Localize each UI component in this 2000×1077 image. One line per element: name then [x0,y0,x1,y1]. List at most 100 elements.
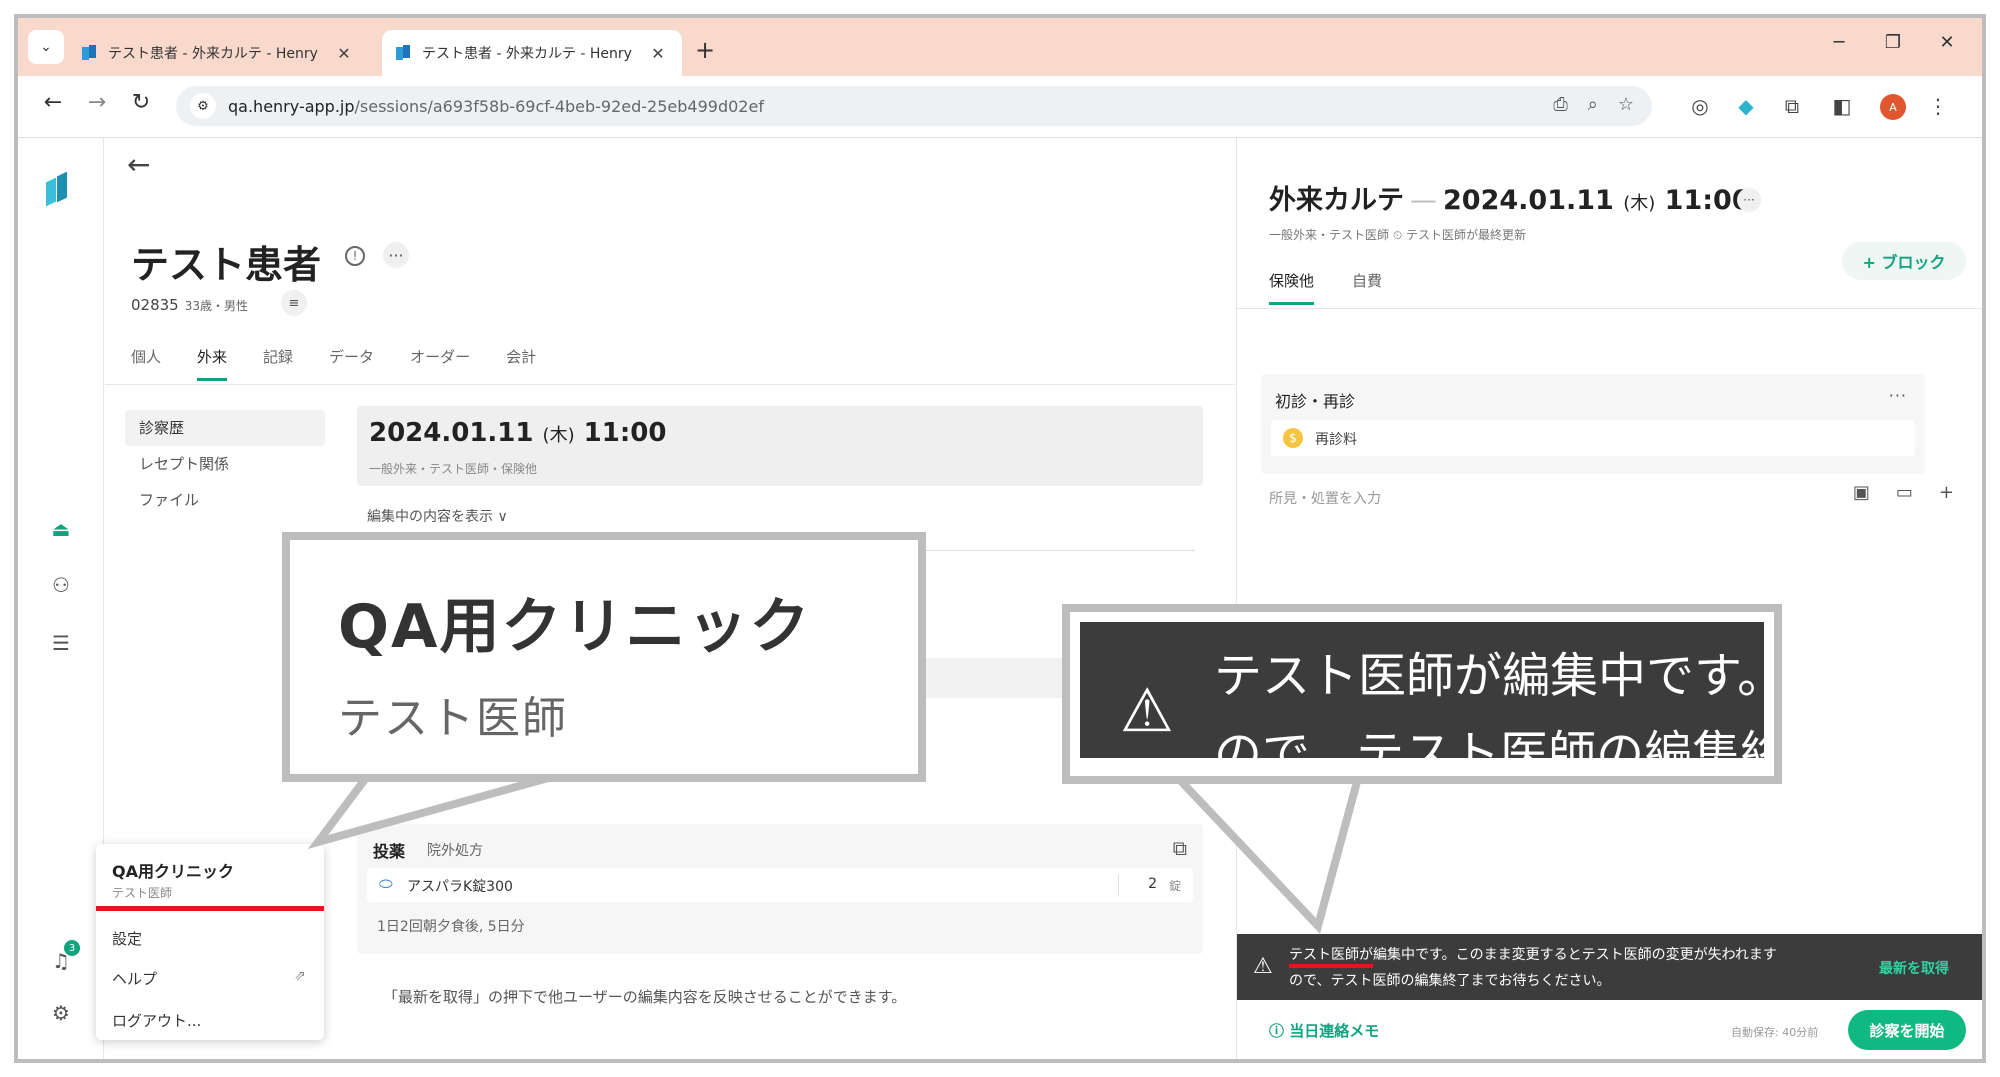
fee-more-icon[interactable]: ··· [1889,386,1907,405]
list-icon[interactable]: ☰ [46,628,76,658]
fee-name: 再診料 [1315,432,1357,448]
dosage: 1日2回朝夕食後, 5日分 [377,919,525,935]
tab-records[interactable]: 記録 [263,346,293,381]
tab-personal[interactable]: 個人 [131,346,161,381]
visit-dow: (木) [542,425,575,446]
subnav-files[interactable]: ファイル [125,482,325,518]
back-arrow-icon[interactable]: ← [127,148,150,181]
pill-icon: ⬭ [379,874,393,893]
bookmark-star-icon[interactable]: ☆ [1618,94,1634,115]
patient-more-icon[interactable]: ··· [383,242,409,268]
reload-icon[interactable]: ↻ [126,90,156,115]
tab-billing[interactable]: 会計 [506,346,536,381]
info-icon[interactable]: ! [345,246,365,266]
callout-warning-panel: ⚠ テスト医師が編集中です。 ので、テスト医師の編集終 [1080,622,1764,758]
menu-settings[interactable]: 設定 [112,928,142,949]
refresh-button[interactable]: 最新を取得 [1879,958,1949,978]
visit-time: 11:00 [583,418,667,448]
browser-window: ⌄ テスト患者 - 外来カルテ - Henry ✕ テスト患者 - 外来カルテ … [14,14,1986,1063]
extension-henry-icon[interactable]: ◆ [1732,94,1760,118]
browser-tab-1[interactable]: テスト患者 - 外来カルテ - Henry ✕ [68,30,368,76]
callout-clinic-name: QA用クリニック [338,592,812,662]
visit-sub: 一般外来・テスト医師・保険他 [369,462,538,476]
side-panel-icon[interactable]: ◧ [1828,94,1856,118]
show-editing-toggle[interactable]: 編集中の内容を表示 ∨ [367,506,508,526]
extension-translate-icon[interactable]: ◎ [1686,94,1714,118]
patient-id: 02835 [131,296,179,314]
chart-sub: 一般外来・テスト医師 ⏲ テスト医師が最終更新 [1269,228,1526,242]
subnav-visit-history[interactable]: 診察歴 [125,410,325,446]
minimize-icon[interactable]: ─ [1824,32,1854,53]
callout-doctor-name: テスト医師 [338,693,568,744]
chart-title: 外来カルテ —2024.01.11 (木) 11:00 [1269,178,1751,217]
warning-line-1: テスト医師が編集中です。このまま変更するとテスト医師の変更が失われます [1289,947,1777,963]
daily-memo-link[interactable]: ⓘ 当日連絡メモ [1269,1020,1379,1041]
chart-more-icon[interactable]: ··· [1737,188,1761,212]
settings-gear-icon[interactable]: ⚙ [46,998,76,1028]
title-dash: — [1410,185,1437,216]
memo-icon: ⓘ [1269,1022,1285,1040]
findings-input[interactable]: 所見・処置を入力 [1269,488,1381,508]
side-rail: ⏏ ⚇ ☰ ♫ 3 ⚙ [18,138,104,1059]
menu-clinic-name: QA用クリニック [112,862,234,881]
chart-title-text: 外来カルテ [1269,185,1404,216]
add-block-button[interactable]: + ブロック [1842,242,1966,280]
visit-header[interactable]: 2024.01.11 (木) 11:00 一般外来・テスト医師・保険他 [357,406,1203,486]
drug-qty: 2 [1148,876,1157,892]
tab-self-pay[interactable]: 自費 [1352,270,1382,305]
patient-tabs: 個人 外来 記録 データ オーダー 会計 [131,346,572,381]
tab-outpatient[interactable]: 外来 [197,346,228,381]
restore-icon[interactable]: ❐ [1878,32,1908,53]
reception-bell-icon[interactable]: ⏏ [46,514,76,544]
address-bar[interactable]: ⚙ qa.henry-app.jp/sessions/a693f58b-69cf… [176,86,1652,126]
tab-title: テスト患者 - 外来カルテ - Henry [422,46,632,62]
close-tab-icon[interactable]: ✕ [648,44,668,63]
tab-insurance[interactable]: 保険他 [1269,270,1315,305]
outpatient-subnav: 診察歴 レセプト関係 ファイル [125,410,325,518]
close-tab-icon[interactable]: ✕ [334,44,354,63]
plus-icon[interactable]: + [1939,482,1954,503]
subnav-receipt[interactable]: レセプト関係 [125,446,325,482]
folder-icon[interactable]: ▭ [1896,482,1913,503]
install-app-icon[interactable]: ⎙ [1553,94,1567,115]
browser-menu-icon[interactable]: ⋮ [1924,94,1952,118]
coin-icon: $ [1283,428,1303,448]
image-icon[interactable]: ▣ [1853,482,1870,503]
refresh-hint: 「最新を取得」の押下で他ユーザーの編集内容を反映させることができます。 [383,988,907,1006]
warning-icon: ⚠ [1120,676,1174,746]
callout-warning-line-2: ので、テスト医師の編集終 [1214,726,1764,758]
patient-age-sex: 33歳・男性 [184,299,248,313]
tab-strip: ⌄ テスト患者 - 外来カルテ - Henry ✕ テスト患者 - 外来カルテ … [18,18,1982,76]
tab-orders[interactable]: オーダー [410,346,470,381]
extensions-puzzle-icon[interactable]: ⧉ [1778,94,1806,118]
menu-logout[interactable]: ログアウト... [112,1010,201,1031]
fee-row[interactable]: $ 再診料 [1271,420,1915,456]
findings-tools: ▣ ▭ + [1853,482,1954,503]
close-window-icon[interactable]: ✕ [1932,32,1962,53]
chart-date: 2024.01.11 [1443,185,1614,216]
highlight-underline [96,906,324,911]
back-icon[interactable]: ← [38,90,68,115]
notification-bell-icon[interactable]: ♫ 3 [46,940,80,976]
drug-name: アスパラK錠300 [407,879,513,895]
zoom-icon[interactable]: ⌕ [1588,94,1598,115]
patient-meta: 02835 33歳・男性 [131,296,248,314]
tab-search-button[interactable]: ⌄ [28,30,64,64]
start-exam-button[interactable]: 診察を開始 [1848,1010,1966,1050]
new-tab-button[interactable]: + [690,36,720,64]
drug-row[interactable]: ⬭ アスパラK錠300 2 錠 [367,868,1193,902]
henry-favicon-icon [396,45,412,61]
fee-card: 初診・再診 ··· $ 再診料 [1261,374,1925,474]
tab-divider [105,384,1235,385]
fee-title: 初診・再診 [1275,392,1356,411]
profile-avatar[interactable]: A [1880,94,1906,120]
visit-datetime: 2024.01.11 (木) 11:00 [369,418,666,448]
browser-tab-2[interactable]: テスト患者 - 外来カルテ - Henry ✕ [382,30,682,76]
menu-help[interactable]: ヘルプ [112,968,157,989]
patients-icon[interactable]: ⚇ [46,570,76,600]
henry-logo-icon[interactable] [44,170,74,210]
forward-icon[interactable]: → [82,90,112,115]
site-settings-icon[interactable]: ⚙ [190,93,216,119]
patient-detail-list-icon[interactable]: ≡ [281,290,307,316]
tab-data[interactable]: データ [329,346,374,381]
